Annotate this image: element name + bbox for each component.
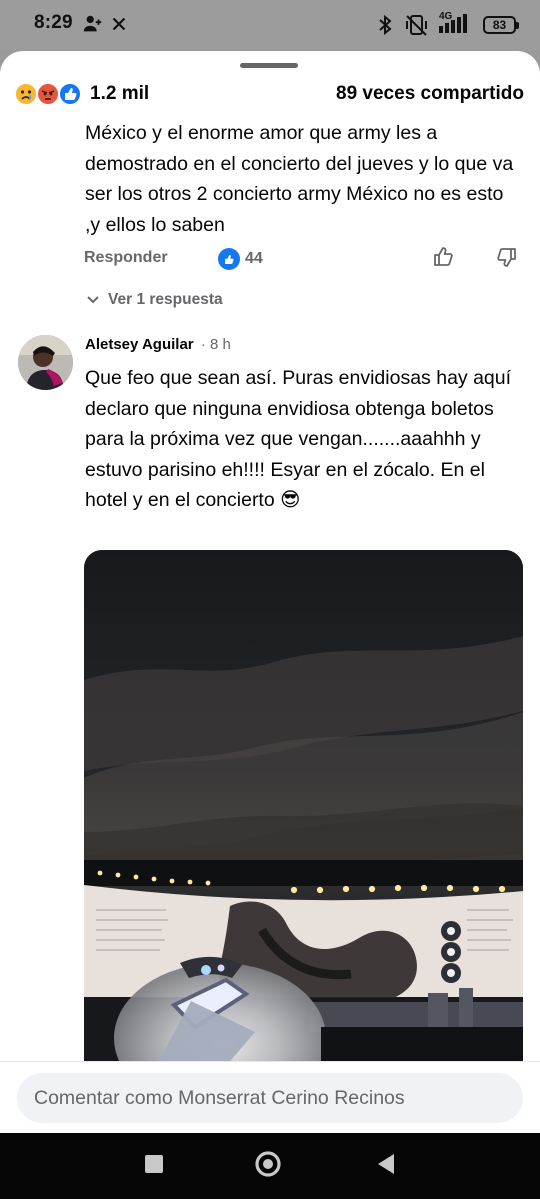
reactions-summary[interactable]: 1.2 mil 89 veces compartido — [14, 82, 524, 110]
system-navigation-bar — [0, 1133, 540, 1199]
thumb-down-icon[interactable] — [494, 245, 518, 269]
vibrate-off-icon — [406, 15, 427, 36]
status-icons: 4G 83 — [376, 11, 519, 39]
status-bar: 8:29 4G 83 — [0, 0, 540, 50]
view-replies-link[interactable]: Ver 1 respuesta — [86, 290, 223, 310]
network-label: 4G — [439, 11, 453, 22]
reply-link[interactable]: Responder — [84, 249, 168, 267]
angry-reaction-icon — [36, 82, 60, 106]
battery-icon: 83 — [483, 16, 519, 34]
chevron-down-icon — [87, 296, 99, 304]
reaction-count: 1.2 mil — [90, 83, 150, 104]
comments-sheet: 1.2 mil 89 veces compartido México y el … — [0, 51, 540, 1133]
back-icon[interactable] — [371, 1149, 401, 1179]
comment-header: Aletsey Aguilar · 8 h — [85, 336, 231, 353]
comment-composer — [0, 1061, 540, 1133]
recent-apps-icon[interactable] — [139, 1149, 169, 1179]
like-badge-icon — [218, 248, 240, 270]
like-reaction-icon — [58, 82, 82, 106]
comment-input[interactable] — [17, 1073, 523, 1123]
comment-text: México y el enorme amor que army les a d… — [85, 122, 514, 236]
avatar[interactable] — [18, 335, 73, 390]
like-count[interactable]: 44 — [245, 250, 263, 268]
comment-photo[interactable] — [84, 550, 523, 1080]
status-time: 8:29 — [34, 12, 73, 33]
home-icon[interactable] — [253, 1149, 283, 1179]
view-replies-label: Ver 1 respuesta — [108, 291, 223, 308]
bluetooth-icon — [379, 14, 392, 36]
signal-icon: 4G — [439, 11, 473, 37]
comment-time: · 8 h — [200, 336, 231, 353]
comment-author[interactable]: Aletsey Aguilar — [85, 336, 194, 353]
comment-text: Que feo que sean así. Puras envidiosas h… — [85, 367, 512, 511]
comment-actions: Responder 44 — [84, 247, 524, 279]
close-icon — [108, 13, 130, 35]
sad-reaction-icon — [14, 82, 38, 106]
person-add-icon — [82, 13, 104, 35]
sheet-drag-handle[interactable] — [240, 63, 298, 68]
share-count[interactable]: 89 veces compartido — [336, 83, 524, 105]
thumb-up-icon[interactable] — [432, 245, 456, 269]
